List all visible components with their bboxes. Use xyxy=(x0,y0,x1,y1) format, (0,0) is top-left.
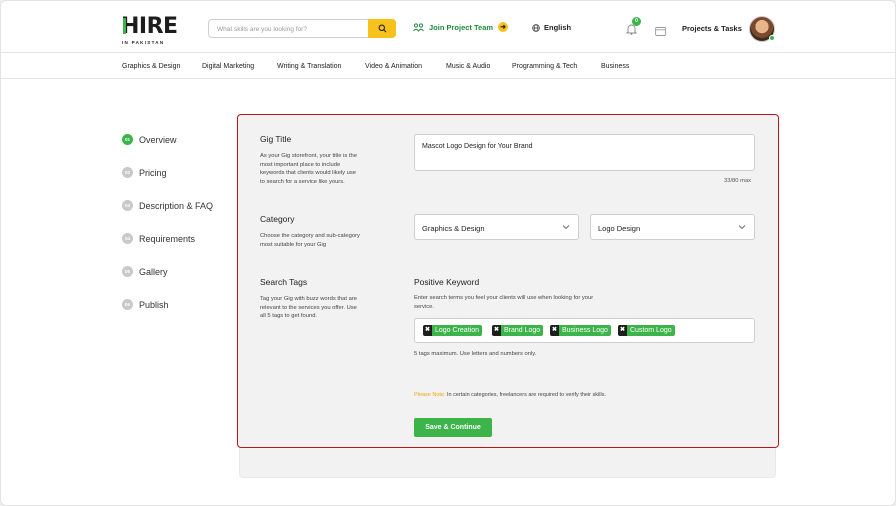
gig-title-input[interactable]: Mascot Logo Design for Your Brand xyxy=(414,134,755,171)
step-requirements[interactable]: 04 Requirements xyxy=(122,233,195,244)
panel-footer-card xyxy=(239,448,776,478)
notifications-button[interactable]: 0 xyxy=(625,17,641,35)
language-selector[interactable]: English xyxy=(532,23,571,32)
remove-tag-icon[interactable]: ✖ xyxy=(618,325,627,336)
online-status-dot xyxy=(769,35,775,41)
positive-keyword-heading: Positive Keyword xyxy=(414,277,480,287)
step-label: Pricing xyxy=(139,167,167,178)
verification-notice: Please Note: In certain categories, free… xyxy=(414,392,606,398)
search-input[interactable] xyxy=(217,22,367,36)
category-select-value: Graphics & Design xyxy=(422,224,485,233)
step-number: 04 xyxy=(122,233,133,244)
tag-chip: ✖ Custom Logo xyxy=(618,325,675,336)
subcategory-select[interactable]: Logo Design xyxy=(590,214,755,240)
category-link[interactable]: Digital Marketing xyxy=(202,63,254,70)
calendar-icon xyxy=(655,27,666,36)
search-tags-description: Tag your Gig with buzz words that are re… xyxy=(260,296,357,319)
step-description-faq[interactable]: 03 Description & FAQ xyxy=(122,200,213,211)
category-nav: Graphics & Design Digital Marketing Writ… xyxy=(1,54,895,79)
tag-label: Custom Logo xyxy=(627,325,675,336)
step-number: 06 xyxy=(122,299,133,310)
arrow-right-icon: ➜ xyxy=(498,22,509,32)
category-link[interactable]: Music & Audio xyxy=(446,63,490,70)
globe-icon xyxy=(532,23,540,32)
step-gallery[interactable]: 05 Gallery xyxy=(122,266,168,277)
category-heading: Category xyxy=(260,214,295,224)
top-header: HIRE IN PAKISTAN Join Project Team ➜ Eng… xyxy=(1,1,895,53)
step-number: 01 xyxy=(122,134,133,145)
step-label: Gallery xyxy=(139,266,168,277)
tag-chip: ✖ Brand Logo xyxy=(492,325,544,336)
subcategory-select-value: Logo Design xyxy=(598,224,641,233)
category-select[interactable]: Graphics & Design xyxy=(414,214,579,240)
search-tags-heading: Search Tags xyxy=(260,277,308,287)
gig-title-description: As your Gig storefront, your title is th… xyxy=(260,153,357,185)
positive-keyword-description: Enter search terms you feel your clients… xyxy=(414,295,594,310)
remove-tag-icon[interactable]: ✖ xyxy=(423,325,432,336)
logo-subtext: IN PAKISTAN xyxy=(122,40,165,45)
logo-word: HIRE xyxy=(121,14,178,39)
hire-in-pakistan-logo[interactable]: HIRE IN PAKISTAN xyxy=(121,14,178,46)
notice-text: In certain categories, freelancers are r… xyxy=(445,392,606,398)
tag-label: Logo Creation xyxy=(432,325,482,336)
tag-chip: ✖ Logo Creation xyxy=(423,325,482,336)
remove-tag-icon[interactable]: ✖ xyxy=(492,325,501,336)
step-label: Requirements xyxy=(139,233,196,244)
messages-button[interactable] xyxy=(655,23,667,36)
gig-overview-panel: Gig Title As your Gig storefront, your t… xyxy=(237,114,779,448)
category-link[interactable]: Business xyxy=(601,63,629,70)
gig-title-heading: Gig Title xyxy=(260,134,292,144)
step-label: Publish xyxy=(139,299,169,310)
step-publish[interactable]: 06 Publish xyxy=(122,299,169,310)
tags-input[interactable]: ✖ Logo Creation ✖ Brand Logo ✖ Business … xyxy=(414,318,755,343)
notification-count-badge: 0 xyxy=(632,17,641,26)
save-continue-button[interactable]: Save & Continue xyxy=(414,418,492,437)
page-frame: HIRE IN PAKISTAN Join Project Team ➜ Eng… xyxy=(0,0,896,506)
chevron-down-icon xyxy=(562,225,570,230)
step-number: 02 xyxy=(122,167,133,178)
tag-label: Brand Logo xyxy=(501,325,544,336)
join-project-team-link[interactable]: Join Project Team ➜ xyxy=(413,22,509,32)
chevron-down-icon xyxy=(738,225,746,230)
tag-chip: ✖ Business Logo xyxy=(550,325,611,336)
search-icon xyxy=(378,24,386,33)
step-label: Description & FAQ xyxy=(139,200,214,211)
logo-accent xyxy=(123,18,126,34)
remove-tag-icon[interactable]: ✖ xyxy=(550,325,559,336)
step-overview[interactable]: 01 Overview xyxy=(122,134,177,145)
user-avatar[interactable] xyxy=(749,16,775,42)
title-character-counter: 33/80 max xyxy=(724,178,752,184)
step-number: 05 xyxy=(122,266,133,277)
notice-label: Please Note: xyxy=(414,392,446,398)
gig-title-value: Mascot Logo Design for Your Brand xyxy=(422,143,533,150)
category-link[interactable]: Graphics & Design xyxy=(122,63,180,70)
category-link[interactable]: Programming & Tech xyxy=(512,63,577,70)
tags-limit-note: 5 tags maximum. Use letters and numbers … xyxy=(414,351,537,357)
step-label: Overview xyxy=(139,134,177,145)
projects-tasks-link[interactable]: Projects & Tasks xyxy=(682,24,742,33)
join-label: Join Project Team xyxy=(429,22,494,32)
step-pricing[interactable]: 02 Pricing xyxy=(122,167,167,178)
language-label: English xyxy=(544,23,572,32)
team-icon xyxy=(413,22,424,32)
search-bar xyxy=(208,19,396,38)
category-link[interactable]: Video & Animation xyxy=(365,63,422,70)
search-button[interactable] xyxy=(368,19,396,38)
category-link[interactable]: Writing & Translation xyxy=(277,63,341,70)
category-description: Choose the category and sub-category mos… xyxy=(260,233,360,248)
tag-label: Business Logo xyxy=(559,325,611,336)
step-number: 03 xyxy=(122,200,133,211)
